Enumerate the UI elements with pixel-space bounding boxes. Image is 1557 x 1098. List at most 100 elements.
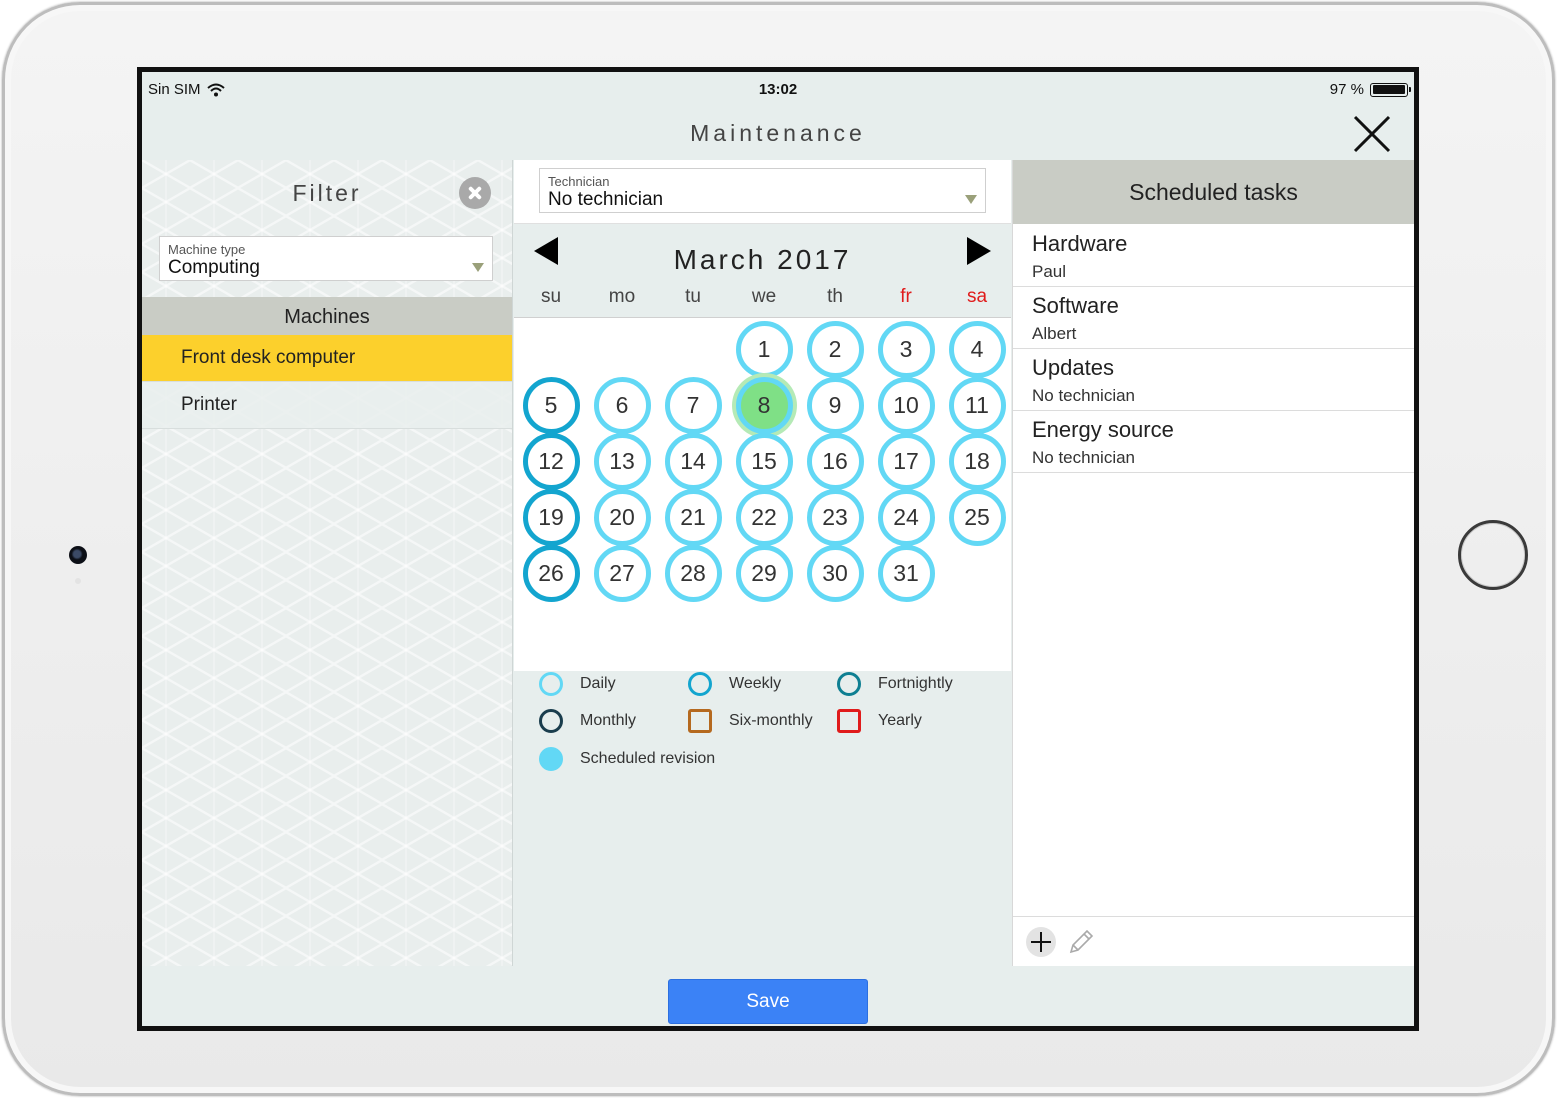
calendar-day-6[interactable]: 6 bbox=[593, 376, 651, 434]
calendar-day-18[interactable]: 18 bbox=[948, 432, 1006, 490]
legend-marker-icon bbox=[539, 709, 563, 733]
camera-icon bbox=[69, 546, 87, 564]
weekday-tu: tu bbox=[685, 286, 701, 307]
calendar-day-19[interactable]: 19 bbox=[522, 488, 580, 546]
clear-filter-icon[interactable] bbox=[459, 177, 491, 209]
calendar-day-28[interactable]: 28 bbox=[664, 544, 722, 602]
dropdown-arrow-icon bbox=[965, 195, 977, 204]
status-bar: Sin SIM 13:02 97 % bbox=[142, 72, 1414, 106]
calendar-day-9[interactable]: 9 bbox=[806, 376, 864, 434]
machine-item-front-desk-computer[interactable]: Front desk computer bbox=[142, 335, 512, 382]
task-item-hardware[interactable]: Hardware Paul bbox=[1013, 224, 1414, 287]
calendar-day-27[interactable]: 27 bbox=[593, 544, 651, 602]
calendar-day-12[interactable]: 12 bbox=[522, 432, 580, 490]
legend-item-six-monthly: Six-monthly bbox=[688, 709, 813, 733]
legend-marker-icon bbox=[539, 672, 563, 696]
task-technician: No technician bbox=[1032, 386, 1136, 405]
sensor bbox=[75, 578, 81, 584]
battery-fill bbox=[1372, 85, 1405, 94]
legend-marker-icon bbox=[539, 747, 563, 771]
calendar-day-5[interactable]: 5 bbox=[522, 376, 580, 434]
calendar-day-15[interactable]: 15 bbox=[735, 432, 793, 490]
machine-type-select[interactable]: Machine type Computing bbox=[159, 236, 493, 281]
calendar-day-22[interactable]: 22 bbox=[735, 488, 793, 546]
task-item-energy-source[interactable]: Energy source No technician bbox=[1013, 410, 1414, 473]
filter-header: Filter bbox=[142, 160, 512, 226]
legend-marker-icon bbox=[688, 672, 712, 696]
calendar-day-13[interactable]: 13 bbox=[593, 432, 651, 490]
nav-bar: Maintenance bbox=[142, 106, 1414, 160]
technician-bar: Technician No technician bbox=[514, 160, 1011, 224]
app-screen: Sin SIM 13:02 97 % Maintenance Filter Ma… bbox=[142, 72, 1414, 1026]
close-icon[interactable] bbox=[1352, 114, 1392, 154]
calendar-day-10[interactable]: 10 bbox=[877, 376, 935, 434]
weekday-th: th bbox=[827, 286, 843, 307]
filter-panel: Filter Machine type Computing Machines F… bbox=[142, 160, 513, 966]
triangle-right-icon[interactable] bbox=[963, 236, 993, 266]
legend-label: Weekly bbox=[729, 675, 782, 692]
calendar-day-29[interactable]: 29 bbox=[735, 544, 793, 602]
calendar-day-30[interactable]: 30 bbox=[806, 544, 864, 602]
task-technician: Paul bbox=[1032, 262, 1067, 281]
status-left: Sin SIM bbox=[148, 81, 225, 98]
weekday-sa: sa bbox=[966, 286, 988, 307]
legend-marker-icon bbox=[837, 672, 861, 696]
calendar-day-20[interactable]: 20 bbox=[593, 488, 651, 546]
battery-text: 97 % bbox=[1329, 81, 1364, 98]
legend-label: Daily bbox=[580, 675, 616, 692]
calendar-day-3[interactable]: 3 bbox=[877, 320, 935, 378]
legend-item-fortnightly: Fortnightly bbox=[837, 672, 953, 696]
status-right: 97 % bbox=[1329, 81, 1411, 98]
weekday-su: su bbox=[540, 286, 562, 307]
calendar-day-2[interactable]: 2 bbox=[806, 320, 864, 378]
calendar-day-4[interactable]: 4 bbox=[948, 320, 1006, 378]
month-title: March 2017 bbox=[673, 244, 852, 275]
calendar-day-25[interactable]: 25 bbox=[948, 488, 1006, 546]
calendar-day-14[interactable]: 14 bbox=[664, 432, 722, 490]
dropdown-arrow-icon bbox=[472, 263, 484, 272]
task-item-updates[interactable]: Updates No technician bbox=[1013, 348, 1414, 411]
technician-label: Technician bbox=[548, 174, 610, 189]
filter-title: Filter bbox=[292, 180, 362, 206]
tasks-panel: Scheduled tasks Hardware Paul Software A… bbox=[1012, 160, 1414, 966]
task-name: Hardware bbox=[1032, 231, 1128, 256]
task-item-software[interactable]: Software Albert bbox=[1013, 286, 1414, 349]
weekday-mo: mo bbox=[608, 286, 636, 307]
legend-item-daily: Daily bbox=[539, 672, 616, 696]
task-technician: No technician bbox=[1032, 448, 1136, 467]
wifi-icon bbox=[206, 83, 225, 96]
machine-item-printer[interactable]: Printer bbox=[142, 382, 512, 429]
calendar-panel: Technician No technician March 2017 su mo… bbox=[514, 160, 1011, 966]
plus-icon[interactable] bbox=[1025, 926, 1057, 958]
tasks-toolbar bbox=[1013, 916, 1414, 966]
battery-icon bbox=[1370, 82, 1411, 97]
pencil-icon[interactable] bbox=[1065, 926, 1097, 958]
status-time: 13:02 bbox=[758, 81, 798, 98]
calendar-day-11[interactable]: 11 bbox=[948, 376, 1006, 434]
tasks-header: Scheduled tasks bbox=[1013, 160, 1414, 224]
technician-select[interactable]: Technician No technician bbox=[539, 168, 986, 213]
calendar-day-24[interactable]: 24 bbox=[877, 488, 935, 546]
calendar-day-17[interactable]: 17 bbox=[877, 432, 935, 490]
calendar-day-1[interactable]: 1 bbox=[735, 320, 793, 378]
calendar-day-23[interactable]: 23 bbox=[806, 488, 864, 546]
task-name: Energy source bbox=[1032, 417, 1174, 442]
calendar-day-7[interactable]: 7 bbox=[664, 376, 722, 434]
legend-label: Fortnightly bbox=[878, 675, 953, 692]
home-button[interactable] bbox=[1458, 520, 1528, 590]
weekday-fr: fr bbox=[900, 286, 912, 307]
legend-item-yearly: Yearly bbox=[837, 709, 922, 733]
calendar-day-26[interactable]: 26 bbox=[522, 544, 580, 602]
calendar-day-16[interactable]: 16 bbox=[806, 432, 864, 490]
save-button[interactable]: Save bbox=[668, 979, 868, 1024]
technician-value: No technician bbox=[548, 189, 664, 210]
weekday-we: we bbox=[751, 286, 777, 307]
task-name: Updates bbox=[1032, 355, 1114, 380]
machine-type-label: Machine type bbox=[168, 242, 246, 257]
calendar-day-21[interactable]: 21 bbox=[664, 488, 722, 546]
task-technician: Albert bbox=[1032, 324, 1077, 343]
legend-label: Scheduled revision bbox=[580, 750, 716, 767]
calendar-day-8[interactable]: 8 bbox=[735, 376, 793, 434]
legend-label: Monthly bbox=[580, 712, 637, 729]
calendar-day-31[interactable]: 31 bbox=[877, 544, 935, 602]
